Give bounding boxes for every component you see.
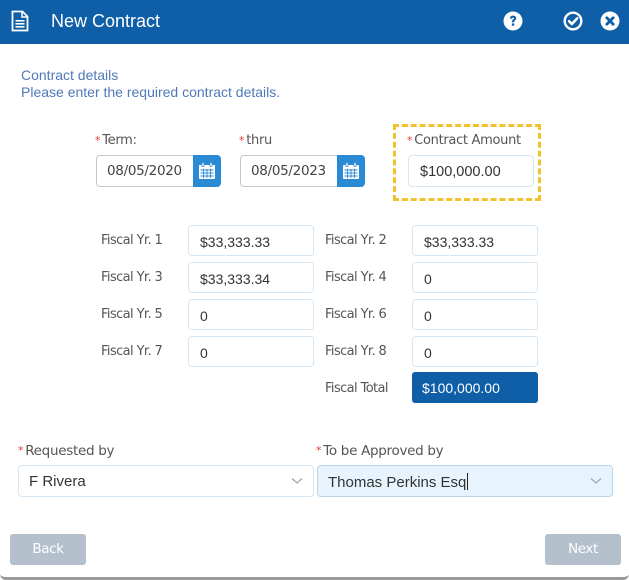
back-button[interactable]: Back (10, 534, 86, 565)
help-icon[interactable] (503, 11, 523, 31)
fiscal-yr-8-input[interactable]: 0 (412, 336, 538, 367)
required-mark: * (239, 134, 245, 147)
check-circle-icon[interactable] (563, 11, 583, 31)
fiscal-yr-7-label: Fiscal Yr. 7 (101, 344, 163, 359)
intro-text: Contract details Please enter the requir… (21, 67, 280, 101)
next-button[interactable]: Next (545, 534, 621, 565)
fiscal-yr-1-label: Fiscal Yr. 1 (101, 233, 163, 248)
text-cursor (467, 473, 469, 490)
fiscal-yr-4-label: Fiscal Yr. 4 (325, 270, 387, 285)
calendar-icon (199, 162, 215, 179)
requested-by-select[interactable]: F Rivera (18, 465, 314, 497)
fiscal-yr-6-label: Fiscal Yr. 6 (325, 307, 387, 322)
dialog-title: New Contract (51, 11, 161, 31)
chevron-down-icon (291, 478, 303, 484)
required-mark: * (407, 134, 413, 147)
fiscal-yr-3-label: Fiscal Yr. 3 (101, 270, 163, 285)
term-start-input[interactable]: 08/05/2020 (96, 155, 194, 187)
document-icon (11, 10, 29, 32)
requested-by-label: * Requested by (18, 443, 115, 459)
chevron-down-icon (590, 478, 602, 484)
fiscal-yr-2-label: Fiscal Yr. 2 (325, 233, 387, 248)
fiscal-yr-7-input[interactable]: 0 (188, 336, 314, 367)
term-end-calendar-button[interactable] (337, 155, 365, 187)
fiscal-yr-3-input[interactable]: $33,333.34 (188, 262, 314, 293)
approved-by-label: * To be Approved by (316, 443, 444, 459)
fiscal-yr-6-input[interactable]: 0 (412, 299, 538, 330)
calendar-icon (343, 162, 359, 179)
requested-by-value: F Rivera (29, 473, 86, 490)
required-mark: * (316, 444, 322, 457)
close-circle-icon[interactable] (600, 11, 620, 31)
intro-subheading: Please enter the required contract detai… (21, 84, 281, 100)
fiscal-yr-4-input[interactable]: 0 (412, 262, 538, 293)
contract-amount-input[interactable]: $100,000.00 (408, 155, 534, 187)
fiscal-total-label: Fiscal Total (325, 381, 389, 396)
intro-heading: Contract details (21, 67, 119, 83)
fiscal-yr-2-input[interactable]: $33,333.33 (412, 225, 538, 256)
approved-by-value: Thomas Perkins Esq (328, 474, 467, 491)
term-start-label: * Term: (95, 133, 137, 148)
fiscal-yr-8-label: Fiscal Yr. 8 (325, 344, 387, 359)
term-start-calendar-button[interactable] (193, 155, 221, 187)
term-end-input[interactable]: 08/05/2023 (240, 155, 338, 187)
approved-by-select[interactable]: Thomas Perkins Esq (317, 465, 613, 497)
required-mark: * (18, 444, 24, 457)
fiscal-total-value: $100,000.00 (412, 372, 538, 403)
new-contract-dialog: New Contract Contract details Please ent… (0, 0, 629, 580)
fiscal-yr-5-label: Fiscal Yr. 5 (101, 307, 163, 322)
fiscal-yr-1-input[interactable]: $33,333.33 (188, 225, 314, 256)
term-end-label: * thru (239, 133, 272, 148)
title-bar: New Contract (0, 0, 629, 44)
fiscal-yr-5-input[interactable]: 0 (188, 299, 314, 330)
required-mark: * (95, 134, 101, 147)
contract-amount-label: * Contract Amount (407, 133, 521, 148)
